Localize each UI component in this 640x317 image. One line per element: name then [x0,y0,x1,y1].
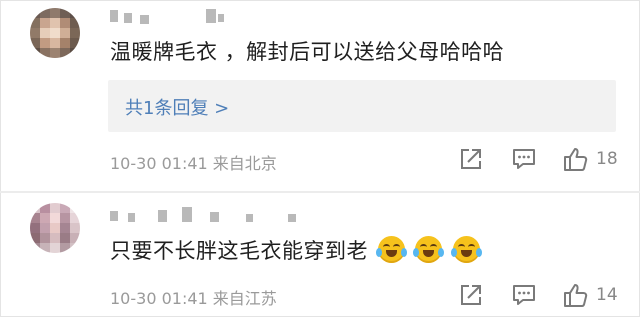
avatar-pixel [70,203,80,213]
avatar-pixel [40,18,50,28]
avatar-pixel [70,223,80,233]
avatar-pixel [70,8,80,18]
laugh-cry-emoji [450,236,482,263]
like-count: 14 [596,285,618,305]
avatar-pixel [30,223,40,233]
comment-meta: 10-30 01:41 来自江苏 [110,285,277,309]
avatar-pixel [40,233,50,243]
avatar-pixel [50,48,60,58]
avatar-pixel [50,203,60,213]
avatar-pixel [60,28,70,38]
avatar-pixel [70,38,80,48]
avatar-pixel [40,203,50,213]
avatar-pixel [60,203,70,213]
like-button[interactable]: 18 [562,146,626,172]
avatar-pixel [40,8,50,18]
avatar-pixel [70,213,80,223]
avatar-pixel [60,243,70,253]
avatar-pixel [30,243,40,253]
avatar-pixel [30,203,40,213]
comment-item: 只要不长胖这毛衣能穿到老 10-30 01:41 来自江苏 14 [0,195,640,317]
avatar-pixel [50,18,60,28]
avatar-pixel [30,233,40,243]
comment-button[interactable] [511,282,537,308]
comment-icon [513,149,535,169]
avatar-pixel [30,38,40,48]
comment-item: 温暖牌毛衣 ，解封后可以送给父母哈哈哈 共1条回复 > 10-30 01:41 … [0,0,640,190]
avatar-pixel [70,243,80,253]
avatar-pixel [40,28,50,38]
avatar-pixel [50,233,60,243]
share-icon [461,285,481,305]
share-button[interactable] [458,282,484,308]
comment-meta: 10-30 01:41 来自北京 [110,150,277,174]
view-replies-link[interactable]: 共1条回复 > [125,94,229,120]
avatar-pixel [60,213,70,223]
avatar-pixel [40,243,50,253]
avatar-pixel [30,18,40,28]
comment-text: 只要不长胖这毛衣能穿到老 [110,235,482,265]
replies-box[interactable]: 共1条回复 > [108,80,616,132]
avatar-pixel [50,8,60,18]
comment-button[interactable] [511,146,537,172]
comment-text: 温暖牌毛衣 ，解封后可以送给父母哈哈哈 [110,40,505,64]
avatar-pixel [40,213,50,223]
avatar-pixel [50,213,60,223]
avatar[interactable] [30,203,80,253]
laugh-cry-emoji [376,236,408,263]
comment-location: 来自江苏 [212,289,277,308]
laugh-cry-emoji [413,236,445,263]
avatar-pixel [70,48,80,58]
like-button[interactable]: 14 [562,282,626,308]
avatar-pixel [60,18,70,28]
avatar-pixel [40,223,50,233]
avatar-pixel [40,38,50,48]
avatar-pixel [30,48,40,58]
avatar-pixel [40,48,50,58]
avatar[interactable] [30,8,80,58]
avatar-pixel [60,38,70,48]
like-count: 18 [596,149,618,169]
avatar-pixel [60,223,70,233]
comment-text-body: 只要不长胖这毛衣能穿到老 [110,239,368,263]
thumbs-up-icon [564,148,588,171]
avatar-pixel [50,28,60,38]
share-icon [461,149,481,169]
avatar-pixel [60,8,70,18]
avatar-pixel [70,28,80,38]
avatar-pixel [30,8,40,18]
divider [0,191,640,193]
avatar-pixel [50,223,60,233]
comment-location: 来自北京 [212,154,277,173]
avatar-pixel [70,233,80,243]
thumbs-up-icon [564,284,588,307]
avatar-pixel [30,28,40,38]
share-button[interactable] [458,146,484,172]
avatar-pixel [30,213,40,223]
comment-time: 10-30 01:41 [110,154,208,173]
avatar-pixel [70,18,80,28]
avatar-pixel [50,38,60,48]
avatar-pixel [50,243,60,253]
avatar-pixel [60,233,70,243]
comment-icon [513,285,535,305]
comment-time: 10-30 01:41 [110,289,208,308]
avatar-pixel [60,48,70,58]
